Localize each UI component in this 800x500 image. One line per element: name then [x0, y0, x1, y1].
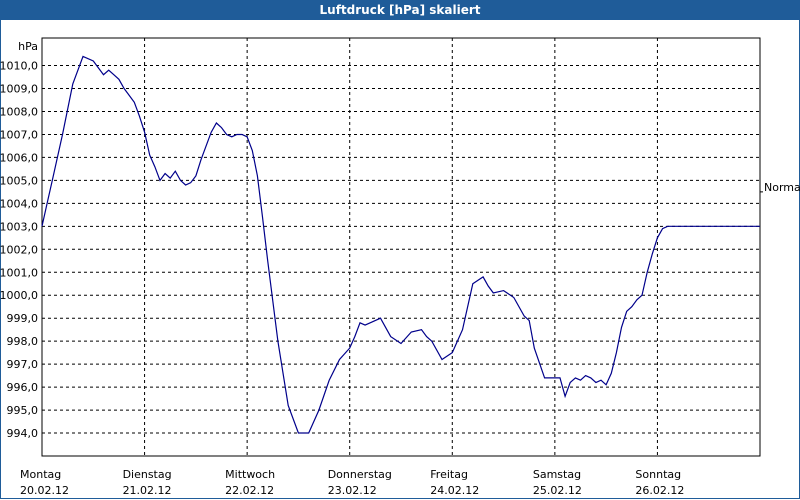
x-tick-date: 21.02.12 [123, 484, 172, 497]
grid-lines [42, 38, 760, 456]
series-layer [41, 55, 760, 434]
x-tick-day-name: Freitag [430, 468, 468, 481]
x-tick-day-name: Dienstag [123, 468, 172, 481]
x-tick-labels: Montag 20.02.12 Dienstag 21.02.12 Mittwoch 22… [20, 468, 684, 497]
x-tick-date: 20.02.12 [20, 484, 69, 497]
x-tick-day-name: Sonntag [635, 468, 681, 481]
y-tick-label: 1001,0 [0, 266, 38, 279]
y-tick-label: 1007,0 [0, 128, 38, 141]
y-tick-label: 1010,0 [0, 60, 38, 73]
x-tick-date: 25.02.12 [533, 484, 582, 497]
y-tick-label: 994,0 [7, 427, 39, 440]
y-tick-label: 1008,0 [0, 105, 38, 118]
y-tick-label: 1002,0 [0, 243, 38, 256]
y-tick-label: 1006,0 [0, 151, 38, 164]
y-tick-label: 1003,0 [0, 220, 38, 233]
y-tick-labels: 994,0 995,0 996,0 997,0 998,0 999,0 1000,0 1001… [0, 40, 38, 440]
x-tick-date: 26.02.12 [635, 484, 684, 497]
x-tick-date: 23.02.12 [328, 484, 377, 497]
plot-area-border: Normal [41, 37, 800, 457]
y-tick-label: 1004,0 [0, 197, 38, 210]
x-tick-date: 24.02.12 [430, 484, 479, 497]
y-tick-label: 1005,0 [0, 174, 38, 187]
y-axis-unit: hPa [18, 40, 38, 53]
y-tick-label: 1009,0 [0, 83, 38, 96]
x-tick-day-name: Montag [20, 468, 61, 481]
y-tick-label: 996,0 [7, 381, 39, 394]
x-tick-day-name: Donnerstag [328, 468, 392, 481]
y-tick-label: 999,0 [7, 312, 39, 325]
y-tick-label: 1000,0 [0, 289, 38, 302]
reference-label: Normal [764, 181, 800, 194]
x-tick-date: 22.02.12 [225, 484, 274, 497]
y-tick-label: 995,0 [7, 404, 39, 417]
x-tick-day-name: Mittwoch [225, 468, 275, 481]
x-tick-day-name: Samstag [533, 468, 581, 481]
y-tick-label: 997,0 [7, 358, 39, 371]
pressure-chart: Normal 994,0 995,0 996,0 997,0 998,0 999,0 100… [0, 37, 800, 497]
y-tick-label: 998,0 [7, 335, 39, 348]
pressure-series-line [41, 55, 760, 434]
plot-border [41, 37, 761, 457]
